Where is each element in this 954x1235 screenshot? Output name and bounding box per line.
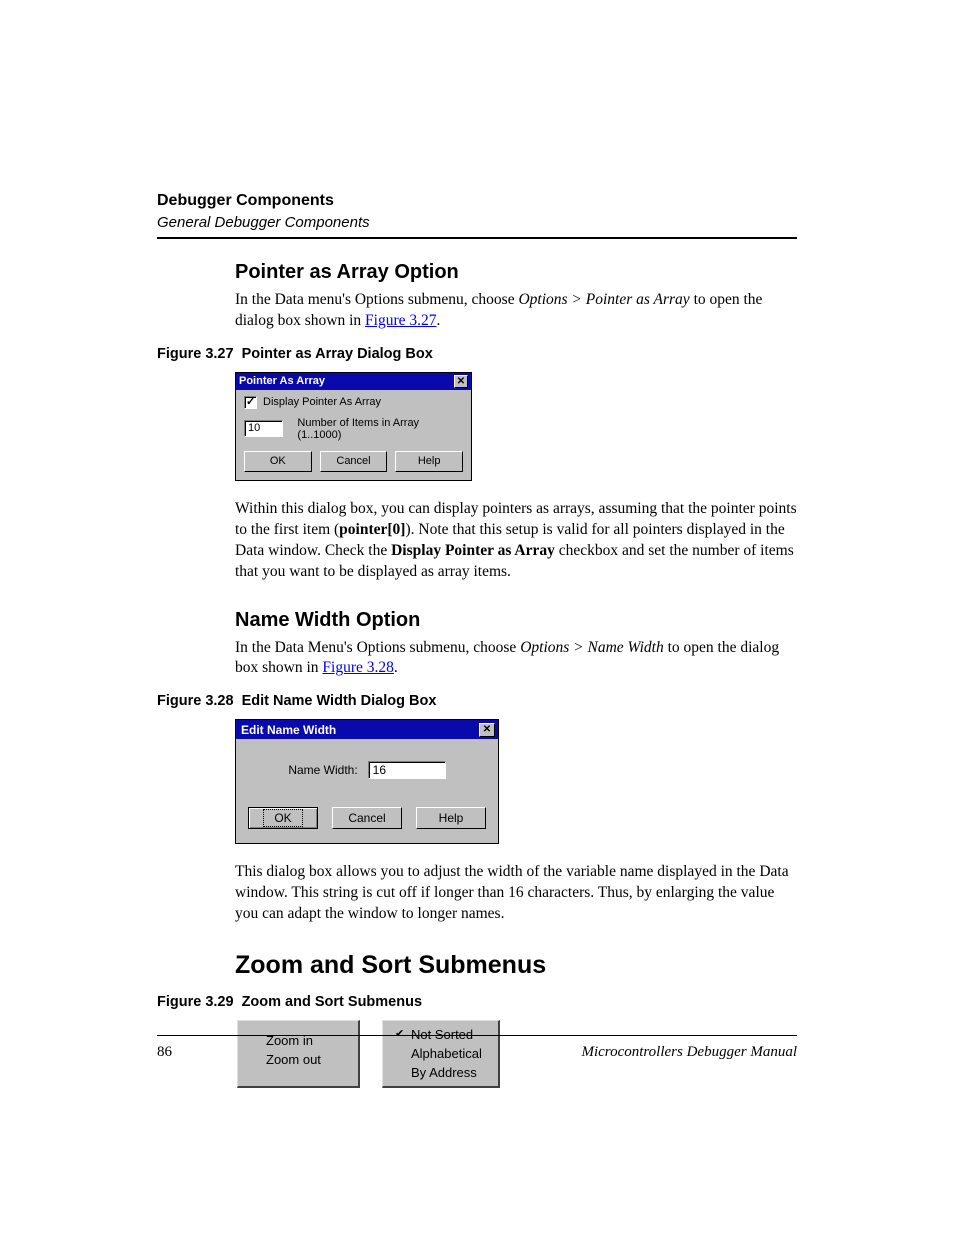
help-button[interactable]: Help bbox=[395, 451, 463, 472]
dialog-titlebar: Pointer As Array ✕ bbox=[236, 373, 471, 390]
dialog-title: Edit Name Width bbox=[241, 723, 336, 737]
checkbox-label: Display Pointer As Array bbox=[263, 396, 381, 408]
figure-3-28-link[interactable]: Figure 3.28 bbox=[322, 659, 393, 676]
pointer-as-array-dialog: Pointer As Array ✕ Display Pointer As Ar… bbox=[235, 372, 472, 481]
name-width-heading: Name Width Option bbox=[235, 609, 797, 632]
header-subtitle: General Debugger Components bbox=[157, 214, 797, 231]
figure-3-27-caption: Figure 3.27Pointer as Array Dialog Box bbox=[157, 346, 797, 362]
figure-3-27-link[interactable]: Figure 3.27 bbox=[365, 312, 436, 329]
pointer-array-heading: Pointer as Array Option bbox=[235, 261, 797, 284]
num-items-input[interactable]: 10 bbox=[244, 420, 283, 437]
close-icon[interactable]: ✕ bbox=[454, 375, 468, 388]
figure-3-29-caption: Figure 3.29Zoom and Sort Submenus bbox=[157, 994, 797, 1010]
cancel-button[interactable]: Cancel bbox=[320, 451, 388, 472]
dialog-title: Pointer As Array bbox=[239, 375, 325, 387]
ok-button[interactable]: OK bbox=[248, 807, 318, 829]
pointer-array-intro: In the Data menu's Options submenu, choo… bbox=[235, 290, 797, 332]
name-width-label: Name Width: bbox=[288, 763, 357, 777]
menu-item-by-address[interactable]: By Address bbox=[393, 1063, 488, 1082]
header-title: Debugger Components bbox=[157, 192, 797, 210]
cancel-button[interactable]: Cancel bbox=[332, 807, 402, 829]
num-items-label: Number of Items in Array (1..1000) bbox=[297, 417, 463, 441]
header-divider bbox=[157, 237, 797, 239]
help-button[interactable]: Help bbox=[416, 807, 486, 829]
ok-button[interactable]: OK bbox=[244, 451, 312, 472]
edit-name-width-dialog: Edit Name Width ✕ Name Width: 16 OK Canc… bbox=[235, 719, 499, 844]
footer-divider bbox=[157, 1035, 797, 1036]
display-pointer-checkbox[interactable] bbox=[244, 396, 257, 409]
manual-title: Microcontrollers Debugger Manual bbox=[581, 1044, 797, 1061]
page-footer: 86 Microcontrollers Debugger Manual bbox=[157, 1035, 797, 1061]
page-number: 86 bbox=[157, 1044, 172, 1061]
name-width-input[interactable]: 16 bbox=[368, 761, 446, 779]
pointer-array-body: Within this dialog box, you can display … bbox=[235, 499, 797, 583]
close-icon[interactable]: ✕ bbox=[479, 723, 495, 737]
figure-3-28-caption: Figure 3.28Edit Name Width Dialog Box bbox=[157, 693, 797, 709]
name-width-intro: In the Data Menu's Options submenu, choo… bbox=[235, 638, 797, 680]
name-width-body: This dialog box allows you to adjust the… bbox=[235, 862, 797, 925]
dialog-titlebar: Edit Name Width ✕ bbox=[236, 720, 498, 739]
zoom-sort-heading: Zoom and Sort Submenus bbox=[235, 951, 797, 980]
